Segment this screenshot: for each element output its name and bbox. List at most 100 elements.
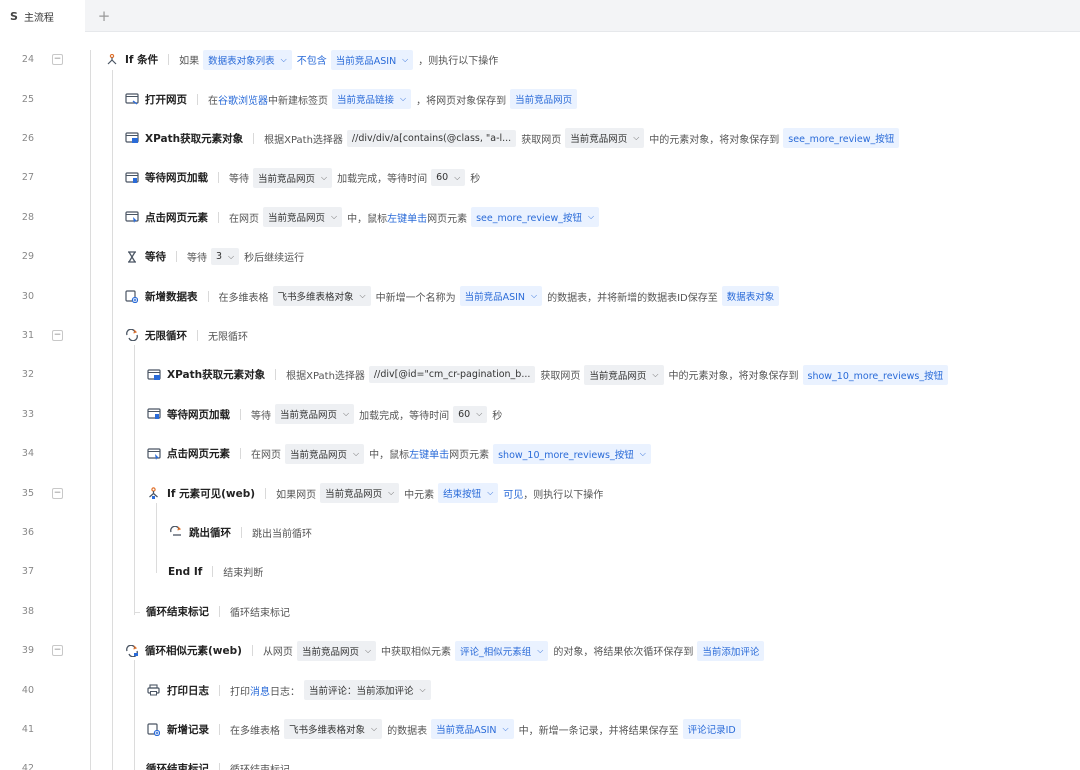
- chevron-down-icon: ⌵: [419, 685, 426, 695]
- variable-select[interactable]: 评论_相似元素组 ⌵: [455, 640, 549, 661]
- timeout-select[interactable]: 60 ⌵: [431, 169, 466, 187]
- variable-select[interactable]: 当前竞品网页 ⌵: [275, 404, 355, 425]
- collapse-toggle[interactable]: −: [52, 54, 63, 66]
- step-text: 在多维表格: [218, 292, 269, 304]
- collapse-toggle[interactable]: −: [52, 329, 63, 341]
- log-level-text[interactable]: 消息: [250, 683, 270, 698]
- chip-label: 当前竞品网页: [570, 134, 628, 146]
- variable-select[interactable]: 数据表对象列表 ⌵: [203, 49, 292, 70]
- line-number: 38: [21, 605, 34, 617]
- flow-row[interactable]: 38 循环结束标记 循环结束标记: [0, 592, 1080, 631]
- variable-select[interactable]: 当前竞品链接 ⌵: [332, 89, 412, 110]
- variable-select[interactable]: show_10_more_reviews_按钮 ⌵: [493, 443, 651, 464]
- chip-label: 飞书多维表格对象: [289, 725, 366, 737]
- browser-text[interactable]: 谷歌浏览器: [218, 92, 268, 107]
- variable-select[interactable]: 当前竞品网页 ⌵: [285, 443, 365, 464]
- flow-row[interactable]: 24 − If 条件 如果 数据表对象列表 ⌵ 不包含 当前竞品ASIN ⌵ ，则执…: [0, 40, 1080, 79]
- line-number: 37: [21, 566, 34, 578]
- step-text: 中获取相似元素: [381, 647, 452, 659]
- collapse-toggle[interactable]: −: [52, 487, 63, 499]
- step-title: XPath获取元素对象: [167, 369, 266, 382]
- flow-row[interactable]: 26 XPath获取元素对象 根据XPath选择器 //div/div/a[co…: [0, 119, 1080, 158]
- flow-row[interactable]: 28 点击网页元素 在网页 当前竞品网页 ⌵ 中，鼠标 左键单击 网页元素 see…: [0, 198, 1080, 237]
- flow-row[interactable]: 31 − 无限循环 无限循环: [0, 316, 1080, 355]
- tab-main-flow[interactable]: S 主流程: [0, 0, 85, 32]
- output-variable[interactable]: 当前竞品网页: [510, 89, 578, 110]
- step-text: 结束判断: [223, 568, 264, 580]
- step-title: 跳出循环: [189, 526, 231, 539]
- variable-select[interactable]: 飞书多维表格对象 ⌵: [272, 286, 371, 307]
- variable-select[interactable]: 当前竞品网页 ⌵: [263, 207, 343, 228]
- timeout-select[interactable]: 60 ⌵: [453, 405, 488, 423]
- output-variable[interactable]: 数据表对象: [721, 286, 780, 307]
- flow-row[interactable]: 30 新增数据表 在多维表格 飞书多维表格对象 ⌵ 中新增一个名称为 当前竞品AS…: [0, 276, 1080, 315]
- output-variable[interactable]: 评论记录ID: [682, 719, 741, 740]
- chip-label: show_10_more_reviews_按钮: [498, 449, 634, 461]
- step-text: 等待: [187, 253, 207, 265]
- variable-select[interactable]: 当前竞品网页 ⌵: [565, 128, 645, 149]
- flow-row[interactable]: 29 等待 等待 3 ⌵ 秒后继续运行: [0, 237, 1080, 276]
- click-type-text[interactable]: 左键单击: [387, 210, 427, 225]
- variable-select[interactable]: 当前竞品ASIN ⌵: [459, 286, 543, 307]
- flow-row[interactable]: 33 等待网页加载 等待 当前竞品网页 ⌵ 加载完成，等待时间 60 ⌵ 秒: [0, 395, 1080, 434]
- log-expression[interactable]: 当前评论：当前添加评论 ⌵: [304, 680, 431, 701]
- divider: [251, 645, 253, 657]
- loop-icon: [124, 329, 139, 342]
- step-title: If 条件: [125, 54, 159, 67]
- chevron-down-icon: ⌵: [280, 54, 287, 64]
- step-text: 无限循环: [208, 331, 248, 343]
- variable-select[interactable]: 当前竞品网页 ⌵: [320, 483, 400, 504]
- tab-label: 主流程: [23, 12, 54, 24]
- click-element-icon: [124, 211, 139, 224]
- flow-row[interactable]: 37 End If 结束判断: [0, 552, 1080, 591]
- seconds-select[interactable]: 3 ⌵: [211, 248, 240, 266]
- add-tab-button[interactable]: +: [95, 6, 113, 26]
- chip-label: 评论_相似元素组: [460, 646, 532, 658]
- chip-label: 当前竞品ASIN: [436, 725, 497, 737]
- flow-row[interactable]: 42 循环结束标记 循环结束标记: [0, 749, 1080, 770]
- step-title: 新增记录: [167, 723, 209, 736]
- flow-row[interactable]: 25 打开网页 在 谷歌浏览器 中新建标签页 当前竞品链接 ⌵ ，将网页对象保存到…: [0, 79, 1080, 118]
- variable-select[interactable]: 当前竞品ASIN ⌵: [431, 719, 514, 740]
- xpath-selector[interactable]: //div[@id="cm_cr-pagination_b...: [368, 366, 536, 384]
- condition-text[interactable]: 可见: [503, 486, 523, 501]
- operator-text[interactable]: 不包含: [297, 52, 327, 67]
- step-text: 秒: [470, 174, 481, 186]
- divider: [240, 448, 241, 460]
- flow-row[interactable]: 40 打印日志 打印 消息 日志： 当前评论：当前添加评论 ⌵: [0, 670, 1080, 709]
- variable-select[interactable]: 当前竞品网页 ⌵: [584, 364, 664, 385]
- step-text: 打印: [230, 686, 250, 698]
- flow-row[interactable]: 41 新增记录 在多维表格 飞书多维表格对象 ⌵ 的数据表 当前竞品ASIN ⌵ 中…: [0, 710, 1080, 749]
- divider: [218, 211, 219, 223]
- collapse-toggle[interactable]: −: [52, 645, 63, 657]
- variable-select[interactable]: 当前竞品网页 ⌵: [253, 167, 333, 188]
- divider: [168, 54, 170, 66]
- variable-select[interactable]: 结束按钮 ⌵: [438, 483, 499, 504]
- variable-select[interactable]: 飞书多维表格对象 ⌵: [284, 719, 383, 740]
- divider: [219, 723, 220, 735]
- chevron-down-icon: ⌵: [343, 409, 350, 419]
- chevron-down-icon: ⌵: [639, 448, 646, 458]
- variable-select[interactable]: 当前竞品网页 ⌵: [296, 640, 377, 661]
- divider: [240, 408, 241, 420]
- output-variable[interactable]: see_more_review_按钮: [783, 128, 900, 149]
- chip-label: 当前竞品网页: [280, 410, 338, 422]
- output-variable[interactable]: 当前添加评论: [697, 640, 765, 661]
- flow-row[interactable]: 34 点击网页元素 在网页 当前竞品网页 ⌵ 中，鼠标 左键单击 网页元素 sho…: [0, 434, 1080, 473]
- output-variable[interactable]: show_10_more_reviews_按钮: [802, 364, 949, 385]
- add-record-icon: [146, 723, 161, 736]
- xpath-selector[interactable]: //div/div/a[contains(@class, "a-l...: [346, 129, 517, 147]
- flow-row[interactable]: 32 XPath获取元素对象 根据XPath选择器 //div[@id="cm_…: [0, 355, 1080, 394]
- flow-row[interactable]: 35 − If 元素可见(web) 如果网页 当前竞品网页 ⌵ 中元素 结束按钮 ⌵…: [0, 473, 1080, 512]
- step-text: 等待: [229, 174, 249, 186]
- chevron-down-icon: ⌵: [228, 251, 235, 261]
- variable-select[interactable]: see_more_review_按钮 ⌵: [471, 207, 600, 228]
- variable-select[interactable]: 当前竞品ASIN ⌵: [330, 49, 414, 70]
- click-type-text[interactable]: 左键单击: [409, 446, 449, 461]
- chevron-down-icon: ⌵: [331, 212, 338, 222]
- flow-row[interactable]: 27 等待网页加载 等待 当前竞品网页 ⌵ 加载完成，等待时间 60 ⌵ 秒: [0, 158, 1080, 197]
- divider: [212, 566, 214, 578]
- if-branch-icon: [104, 53, 119, 66]
- flow-row[interactable]: 36 跳出循环 跳出当前循环: [0, 513, 1080, 552]
- flow-row[interactable]: 39 − 循环相似元素(web) 从网页 当前竞品网页 ⌵ 中获取相似元素 评论_…: [0, 631, 1080, 670]
